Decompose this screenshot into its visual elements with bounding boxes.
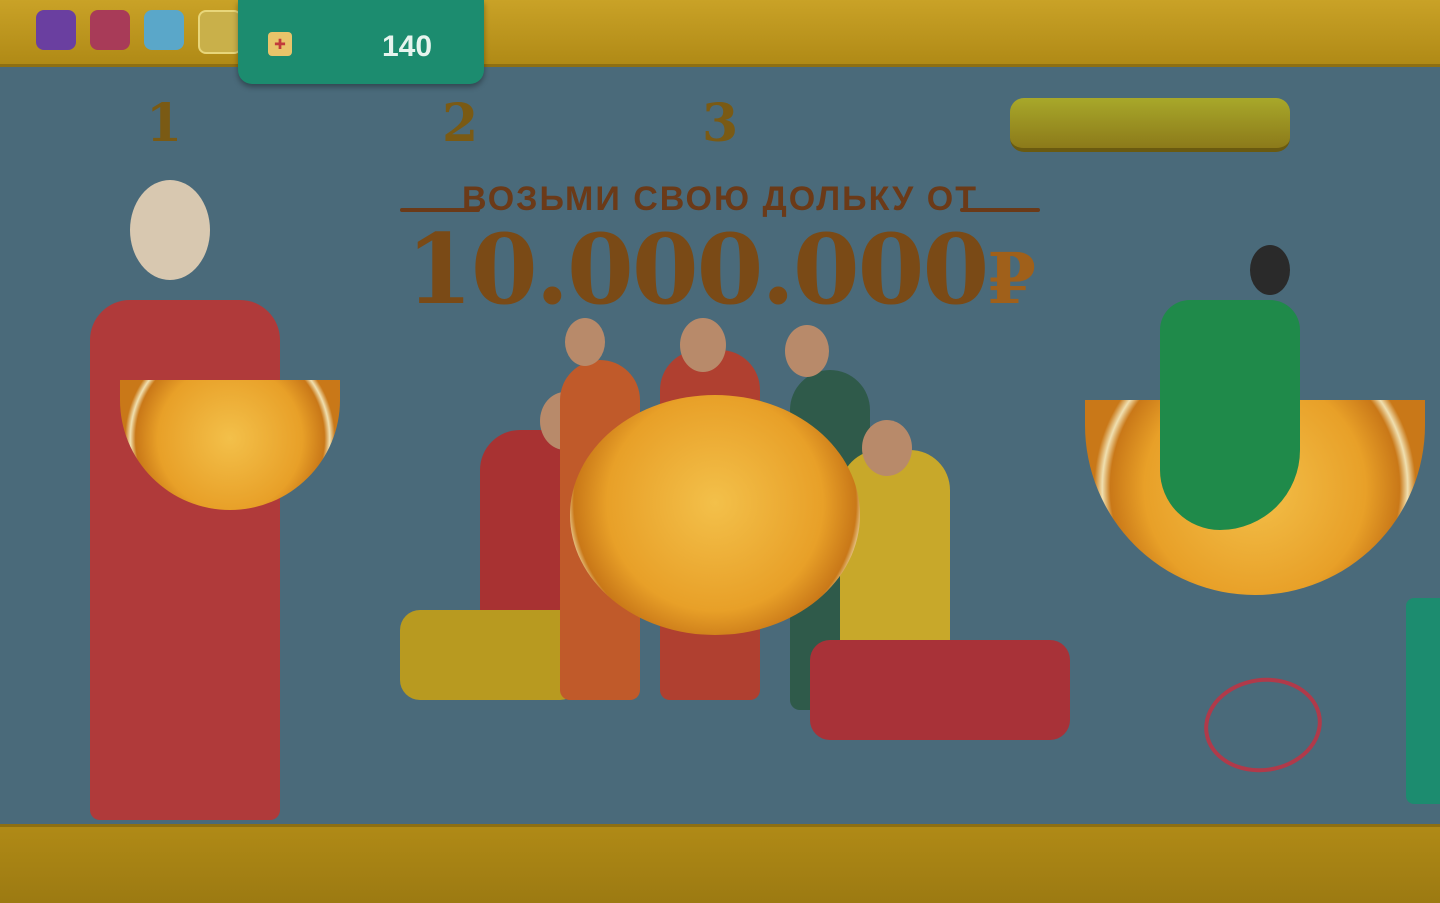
- hero-amount: 10.000.000₽: [380, 213, 1060, 326]
- side-feedback-tab[interactable]: [1406, 598, 1440, 804]
- woman-red-dress-image: [90, 300, 280, 820]
- step-1: 1: [146, 96, 410, 152]
- brand-logos: [36, 10, 242, 54]
- counter-value: 140: [382, 30, 433, 63]
- step-number: 1: [146, 93, 183, 154]
- step-number: 2: [442, 93, 479, 154]
- woman-green-dress-image: [1160, 300, 1300, 530]
- footer: [0, 824, 1440, 903]
- nav-item-7[interactable]: [756, 14, 792, 30]
- nav-item-3[interactable]: [612, 14, 648, 30]
- vendor-logo-badge: [1198, 670, 1328, 780]
- prize-counter-panel: ✚ 140: [238, 0, 484, 84]
- woman-green-dress-head: [1250, 245, 1290, 295]
- ruble-sign: ₽: [987, 237, 1036, 320]
- man-3-head: [680, 318, 726, 372]
- step-number: 3: [702, 93, 739, 154]
- nav-item-6[interactable]: [720, 14, 756, 30]
- man-5-legs: [810, 640, 1070, 740]
- step-2: 2: [442, 96, 706, 152]
- nav-item-2[interactable]: [576, 14, 612, 30]
- brand-logo-3[interactable]: [144, 10, 184, 50]
- top-navigation-bar: [0, 0, 1440, 67]
- gift-icon: ✚: [268, 32, 292, 56]
- man-1-legs: [400, 610, 580, 700]
- nav-item-5[interactable]: [684, 14, 720, 30]
- man-2-head: [565, 318, 605, 366]
- man-4-head: [785, 325, 829, 377]
- hero-amount-value: 10.000.000: [406, 213, 989, 326]
- man-5-image: [840, 450, 950, 650]
- how-to-participate-steps: 1 2 3: [146, 96, 1006, 156]
- register-code-button[interactable]: [1010, 98, 1290, 152]
- orange-big-center: [570, 395, 860, 635]
- step-3: 3: [702, 96, 966, 152]
- nav-item-1[interactable]: [540, 14, 576, 30]
- woman-red-dress-head: [130, 180, 210, 280]
- man-5-head: [862, 420, 912, 476]
- brand-logo-4[interactable]: [198, 10, 242, 54]
- main-nav: [540, 14, 792, 30]
- brand-logo-2[interactable]: [90, 10, 130, 50]
- hero-headline: ВОЗЬМИ СВОЮ ДОЛЬКУ ОТ 10.000.000₽: [380, 180, 1060, 326]
- brand-logo-1[interactable]: [36, 10, 76, 50]
- nav-item-4[interactable]: [648, 14, 684, 30]
